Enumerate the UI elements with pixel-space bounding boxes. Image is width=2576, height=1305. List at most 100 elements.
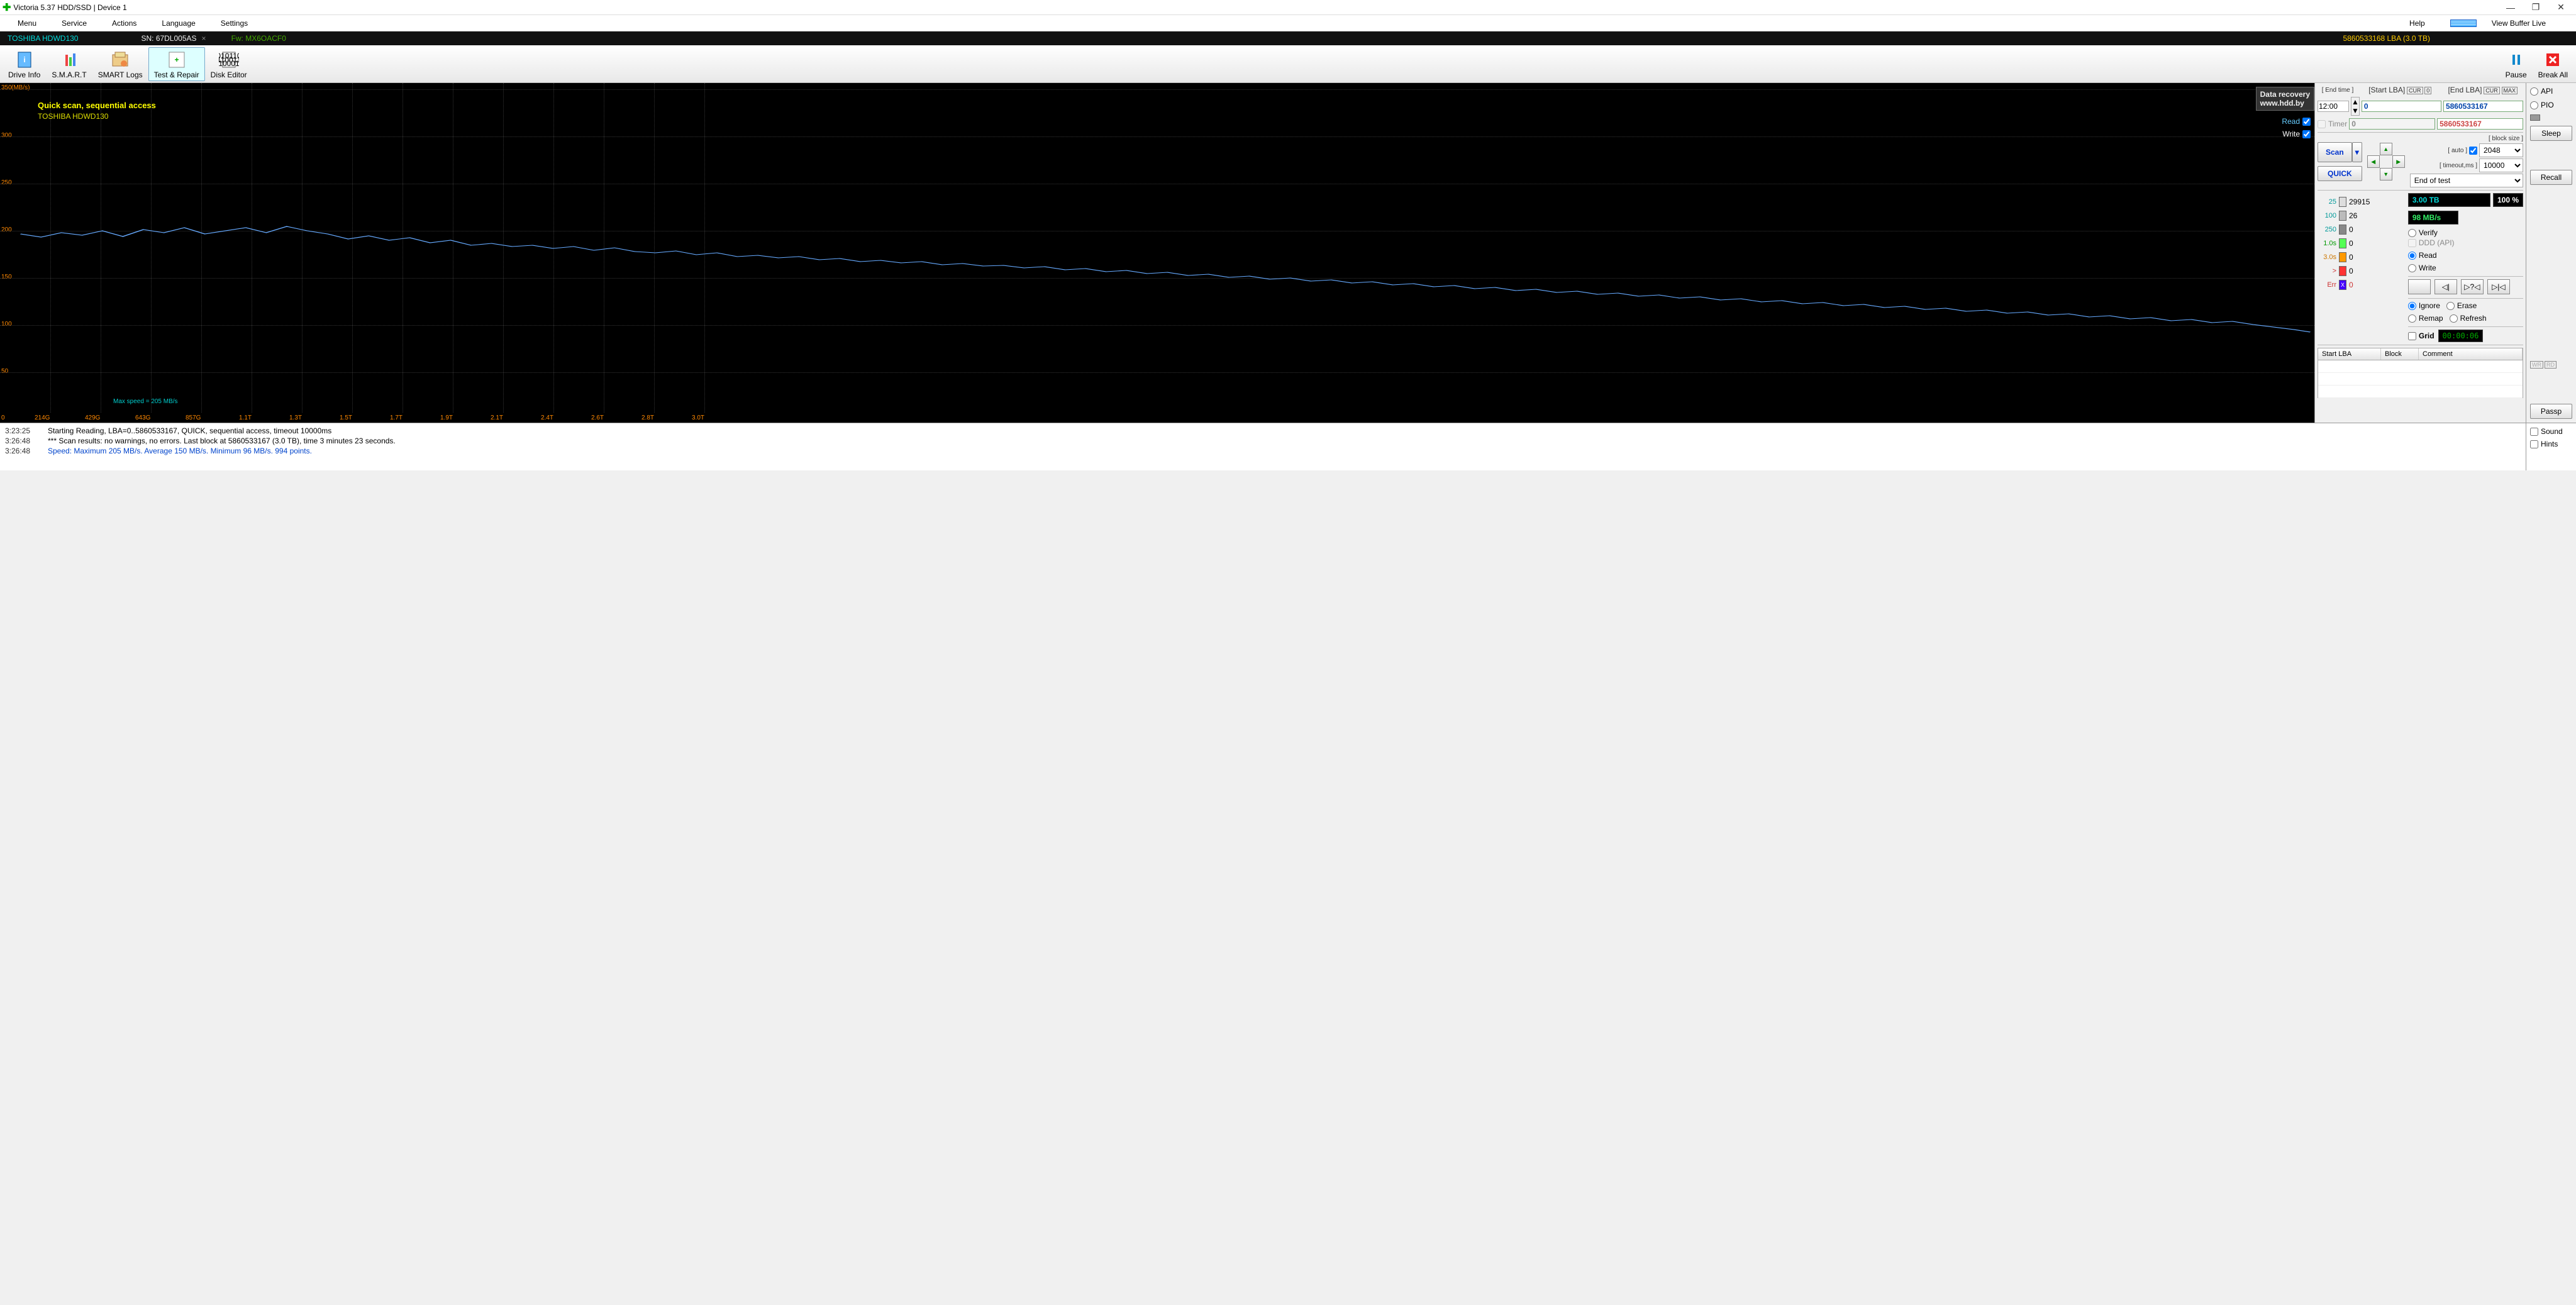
- max-end-button[interactable]: MAX: [2502, 87, 2518, 94]
- read-radio[interactable]: Read: [2408, 251, 2523, 260]
- block-size-select[interactable]: 2048: [2479, 143, 2523, 157]
- menu-actions[interactable]: Actions: [99, 19, 149, 28]
- toolbar: i Drive Info S.M.A.R.T SMART Logs + Test…: [0, 45, 2576, 83]
- time-down-button[interactable]: ▼: [2351, 106, 2359, 115]
- close-button[interactable]: ✕: [2548, 2, 2573, 13]
- nav-down-button[interactable]: ▼: [2380, 168, 2392, 180]
- block-slow-icon: [2339, 266, 2346, 276]
- erase-radio[interactable]: Erase: [2446, 301, 2477, 310]
- read-checkbox[interactable]: Read: [2282, 117, 2311, 126]
- write-radio[interactable]: Write: [2408, 264, 2523, 272]
- step-fwd-button[interactable]: ▷|◁: [2487, 279, 2510, 294]
- break-all-button[interactable]: Break All: [2533, 47, 2573, 81]
- smart-button[interactable]: S.M.A.R.T: [46, 47, 92, 81]
- step-back-button[interactable]: ◁|: [2434, 279, 2457, 294]
- sleep-button[interactable]: Sleep: [2530, 126, 2572, 141]
- svg-text:10001: 10001: [219, 59, 239, 68]
- block-25-icon: [2339, 197, 2346, 207]
- window-title: Victoria 5.37 HDD/SSD | Device 1: [13, 3, 126, 12]
- size-stat: 3.00 TB: [2408, 193, 2490, 207]
- drive-info-button[interactable]: i Drive Info: [3, 47, 46, 81]
- write-checkbox[interactable]: Write: [2282, 130, 2311, 138]
- block-err-icon: X: [2339, 280, 2346, 290]
- menu-menu[interactable]: Menu: [5, 19, 49, 28]
- play-button[interactable]: [2408, 279, 2431, 294]
- pio-radio[interactable]: PIO: [2530, 101, 2572, 109]
- passp-button[interactable]: Passp: [2530, 404, 2572, 419]
- timer-end-input: [2437, 118, 2523, 130]
- menu-language[interactable]: Language: [149, 19, 208, 28]
- app-icon: ✚: [3, 1, 11, 14]
- lba-capacity: 5860533168 LBA (3.0 TB): [2343, 34, 2430, 43]
- quick-button[interactable]: QUICK: [2318, 166, 2362, 181]
- view-buffer-live-button[interactable]: View Buffer Live: [2438, 19, 2571, 28]
- disk-editor-button[interactable]: 01011011001110001 Disk Editor: [205, 47, 253, 81]
- refresh-radio[interactable]: Refresh: [2450, 314, 2487, 323]
- log-side: Sound Hints: [2526, 423, 2576, 470]
- timeout-select[interactable]: 10000: [2479, 158, 2523, 172]
- menu-help[interactable]: Help: [2397, 19, 2438, 28]
- ignore-radio[interactable]: Ignore: [2408, 301, 2440, 310]
- block-250-icon: [2339, 225, 2346, 235]
- block-100-icon: [2339, 211, 2346, 221]
- recall-button[interactable]: Recall: [2530, 170, 2572, 185]
- scan-button[interactable]: Scan: [2318, 142, 2352, 162]
- ddd-checkbox: DDD (API): [2408, 238, 2523, 247]
- grid-checkbox[interactable]: Grid: [2408, 331, 2434, 340]
- log-body[interactable]: 3:23:25Starting Reading, LBA=0..58605331…: [0, 423, 2526, 470]
- maximize-button[interactable]: ❐: [2523, 2, 2548, 13]
- chart-title: Quick scan, sequential access: [38, 101, 156, 110]
- cur-start-button[interactable]: CUR: [2407, 87, 2423, 94]
- end-lba-input[interactable]: [2443, 101, 2523, 112]
- remap-radio[interactable]: Remap: [2408, 314, 2443, 323]
- nav-up-button[interactable]: ▲: [2380, 143, 2392, 155]
- end-time-input[interactable]: [2318, 101, 2349, 112]
- time-up-button[interactable]: ▲: [2351, 97, 2359, 106]
- minimize-button[interactable]: —: [2498, 3, 2523, 13]
- rd-indicator: RD: [2545, 361, 2557, 369]
- block-1s-icon: [2339, 238, 2346, 248]
- scan-panel: [ End time ] [Start LBA] CUR 0 [End LBA]…: [2314, 83, 2526, 423]
- close-tab-button[interactable]: ×: [202, 34, 206, 43]
- verify-radio[interactable]: Verify: [2408, 228, 2523, 237]
- nav-left-button[interactable]: ◀: [2367, 155, 2380, 168]
- api-radio[interactable]: API: [2530, 87, 2572, 96]
- buffer-icon: [2450, 19, 2477, 27]
- menu-settings[interactable]: Settings: [208, 19, 260, 28]
- data-recovery-banner[interactable]: Data recoverywww.hdd.by: [2256, 87, 2314, 111]
- serial-number: SN: 67DL005AS: [141, 34, 196, 43]
- speed-stat: 98 MB/s: [2408, 211, 2458, 225]
- infobar: TOSHIBA HDWD130 SN: 67DL005AS × Fw: MX6O…: [0, 31, 2576, 45]
- timer-checkbox[interactable]: Timer: [2318, 119, 2347, 128]
- timer-start-input: [2349, 118, 2435, 130]
- zero-start-button[interactable]: 0: [2424, 87, 2431, 94]
- navpad: ▲ ◀ ▶ ▼: [2364, 143, 2408, 180]
- right-panel: API PIO Sleep Recall WRRD Passp: [2526, 83, 2576, 423]
- pause-button[interactable]: Pause: [2500, 47, 2533, 81]
- error-table[interactable]: [2318, 360, 2523, 398]
- svg-text:i: i: [23, 55, 25, 64]
- end-of-test-select[interactable]: End of test: [2410, 174, 2523, 187]
- auto-checkbox[interactable]: [2469, 147, 2477, 155]
- nav-right-button[interactable]: ▶: [2392, 155, 2405, 168]
- main-area: 350 (MB/s) 300 250 200 150 100 50 0 Quic…: [0, 83, 2576, 423]
- test-repair-button[interactable]: + Test & Repair: [148, 47, 205, 81]
- start-lba-input[interactable]: [2362, 101, 2441, 112]
- hints-checkbox[interactable]: Hints: [2530, 440, 2572, 448]
- block-3s-icon: [2339, 252, 2346, 262]
- log-area: 3:23:25Starting Reading, LBA=0..58605331…: [0, 423, 2576, 470]
- block-counts: 2529915 10026 2500 1.0s0 3.0s0 >0 ErrX0: [2318, 193, 2406, 294]
- scan-dropdown-button[interactable]: ▾: [2352, 142, 2362, 162]
- pct-stat: 100 %: [2493, 193, 2523, 207]
- smart-logs-button[interactable]: SMART Logs: [92, 47, 148, 81]
- sound-checkbox[interactable]: Sound: [2530, 427, 2572, 436]
- error-table-header: Start LBA Block Comment: [2318, 348, 2523, 360]
- menu-service[interactable]: Service: [49, 19, 99, 28]
- titlebar: ✚ Victoria 5.37 HDD/SSD | Device 1 — ❐ ✕: [0, 0, 2576, 15]
- speed-chart[interactable]: 350 (MB/s) 300 250 200 150 100 50 0 Quic…: [0, 83, 2314, 423]
- wr-indicator: WR: [2530, 361, 2543, 369]
- cur-end-button[interactable]: CUR: [2484, 87, 2500, 94]
- skip-button[interactable]: ▷?◁: [2461, 279, 2484, 294]
- mode-indicator-icon: [2530, 114, 2540, 121]
- chart-subtitle: TOSHIBA HDWD130: [38, 112, 108, 121]
